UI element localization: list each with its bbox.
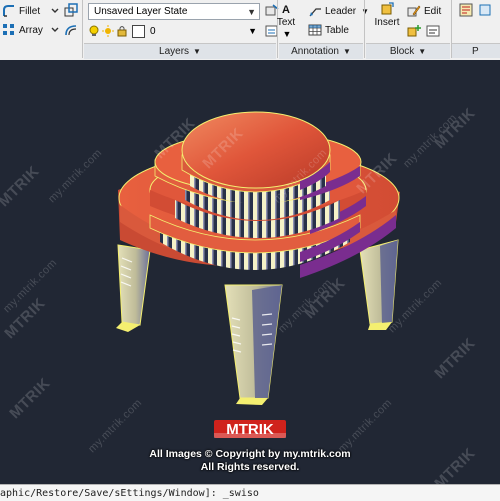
block-attribute-icon[interactable]: [426, 24, 440, 38]
table-button[interactable]: Table: [308, 23, 349, 37]
rights-line: All Rights reserved.: [200, 461, 300, 473]
text-label: Text: [276, 17, 296, 28]
properties-icon[interactable]: [459, 3, 473, 17]
table-icon: [308, 24, 322, 36]
annotation-panel-title[interactable]: Annotation ▼: [279, 43, 363, 59]
layer-state-value: Unsaved Layer State: [94, 6, 188, 17]
chevron-down-icon: ▼: [193, 47, 201, 56]
chevron-down-icon[interactable]: ▼: [280, 29, 294, 43]
chevron-down-icon: ▼: [418, 47, 427, 56]
fillet-label: Fillet: [19, 5, 41, 17]
layers-panel-label: Layers: [159, 46, 190, 57]
offset-icon[interactable]: [64, 23, 78, 37]
text-button[interactable]: A Text: [274, 4, 298, 28]
chevron-down-icon: ▼: [247, 7, 256, 17]
panel-separator: [82, 0, 83, 58]
leader-label: Leader: [325, 5, 357, 17]
create-block-icon[interactable]: [407, 24, 421, 38]
lightbulb-icon: [89, 25, 99, 36]
panel-separator: [364, 0, 365, 58]
array-icon: [3, 24, 14, 35]
fillet-button[interactable]: Fillet: [2, 4, 40, 18]
ribbon: Fillet Array Unsaved Layer State ▼ 0 ▼ L…: [0, 0, 500, 61]
fillet-icon: [3, 5, 14, 17]
sun-icon: [102, 25, 114, 37]
leader-icon: [309, 8, 321, 17]
table-label: Table: [325, 24, 349, 36]
partial-panel-label: P: [472, 45, 479, 57]
current-layer-name: 0: [150, 25, 156, 37]
chevron-down-icon: ▼: [248, 26, 257, 36]
edit-block-button[interactable]: Edit: [407, 4, 441, 18]
top-dome: [181, 111, 331, 193]
partial-panel-title[interactable]: P: [452, 43, 500, 58]
edit-label: Edit: [424, 5, 442, 17]
block-panel-label: Block: [389, 46, 415, 57]
array-button[interactable]: Array: [2, 23, 43, 37]
insert-label: Insert: [374, 17, 400, 28]
annotation-panel-label: Annotation: [291, 46, 339, 57]
insert-block-icon: [381, 2, 394, 15]
copyright-line: All Images © Copyright by my.mtrik.com: [149, 448, 351, 460]
array-label: Array: [19, 24, 43, 36]
dropdown-arrow-icon[interactable]: [48, 22, 62, 36]
match-properties-icon[interactable]: [478, 3, 492, 17]
dropdown-arrow-icon[interactable]: [48, 3, 62, 17]
chevron-down-icon: ▼: [361, 6, 370, 16]
mtrik-logo: MTRIK: [214, 420, 286, 438]
block-panel-title[interactable]: Block ▼: [366, 43, 450, 59]
lock-icon: [117, 26, 127, 37]
layer-control[interactable]: 0 ▼: [88, 23, 260, 39]
scale-icon[interactable]: [64, 3, 78, 17]
edit-block-icon: [407, 5, 421, 17]
layers-panel-title[interactable]: Layers ▼: [84, 43, 276, 59]
command-line[interactable]: aphic/Restore/Save/sEttings/Window]: _sw…: [0, 484, 500, 501]
insert-button[interactable]: Insert: [372, 2, 402, 28]
leader-button[interactable]: Leader ▼: [308, 4, 369, 18]
command-line-text: aphic/Restore/Save/sEttings/Window]: _sw…: [0, 487, 259, 499]
text-icon: A: [282, 4, 290, 16]
layer-state-dropdown[interactable]: Unsaved Layer State ▼: [88, 3, 260, 20]
layer-color-swatch: [132, 24, 145, 38]
chevron-down-icon: ▼: [342, 47, 351, 56]
logo-text: MTRIK: [226, 421, 274, 438]
